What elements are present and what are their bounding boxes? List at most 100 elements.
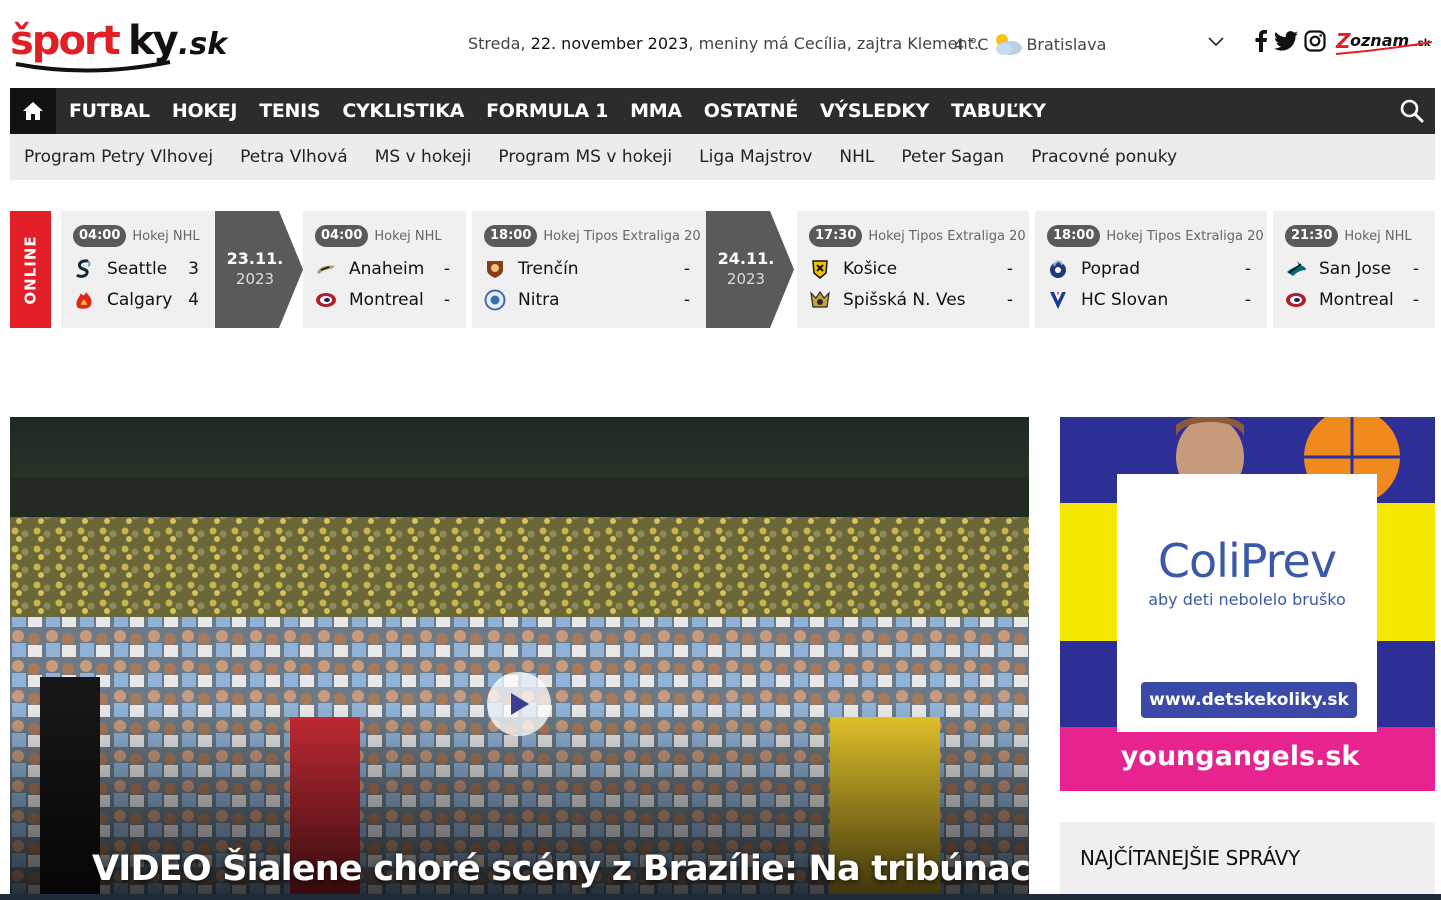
hero-article[interactable]: VIDEO Šialene choré scény z Brazílie: Na… bbox=[10, 417, 1029, 900]
date-prefix: Streda, bbox=[468, 34, 526, 53]
match-time: 04:00 bbox=[315, 225, 369, 247]
away-team-score: - bbox=[443, 290, 450, 310]
home-team-row: Seattle 3 bbox=[73, 257, 199, 281]
site-logo[interactable]: šport ky .sk bbox=[10, 12, 230, 74]
away-team-score: - bbox=[1244, 290, 1251, 310]
home-team-name: Seattle bbox=[107, 259, 168, 279]
match-time: 04:00 bbox=[73, 225, 127, 247]
nav-item-vysledky[interactable]: VÝSLEDKY bbox=[809, 100, 940, 122]
svg-text:.sk: .sk bbox=[178, 27, 229, 62]
kosice-logo-icon bbox=[812, 260, 828, 279]
away-team-name: Nitra bbox=[518, 290, 560, 310]
away-team-name: Calgary bbox=[107, 290, 173, 310]
match-league: Hokej Tipos Extraliga 20 bbox=[868, 228, 1026, 244]
match-card[interactable]: 04:00 Hokej NHL Seattle 3 Calgary 4 bbox=[61, 211, 215, 328]
sub-nav-program-petry-vlhovej[interactable]: Program Petry Vlhovej bbox=[24, 147, 213, 167]
date-day: 23.11. bbox=[226, 249, 284, 268]
home-team-name: Anaheim bbox=[349, 259, 425, 279]
match-card[interactable]: 17:30 Hokej Tipos Extraliga 20 Košice - … bbox=[797, 211, 1029, 328]
nav-item-tabulky[interactable]: TABUĽKY bbox=[940, 100, 1057, 122]
facebook-icon[interactable] bbox=[1254, 30, 1268, 52]
match-time: 17:30 bbox=[809, 225, 863, 247]
weather-widget[interactable]: 4 °C Bratislava bbox=[954, 31, 1106, 57]
ad-athlete-photo bbox=[1176, 417, 1244, 477]
nav-item-hokej[interactable]: HOKEJ bbox=[161, 100, 248, 122]
hero-title[interactable]: VIDEO Šialene choré scény z Brazílie: Na… bbox=[92, 849, 1029, 889]
match-card[interactable]: 21:30 Hokej NHL San Jose - Montreal - bbox=[1273, 211, 1435, 328]
san-jose-sharks-logo-icon bbox=[1287, 261, 1306, 276]
home-team-name: Poprad bbox=[1081, 259, 1141, 279]
date-bold: 22. november 2023 bbox=[530, 34, 689, 53]
zoznam-logo[interactable]: Z oznam .sk bbox=[1334, 28, 1438, 58]
most-read-title: NAJČÍTANEJŠIE SPRÁVY bbox=[1080, 846, 1300, 870]
nav-item-formula-1[interactable]: FORMULA 1 bbox=[475, 100, 619, 122]
anaheim-ducks-logo-icon bbox=[317, 265, 335, 274]
home-button[interactable] bbox=[10, 88, 56, 141]
home-team-score: - bbox=[1412, 259, 1419, 279]
date-suffix: , meniny má Cecília, zajtra Klement. bbox=[688, 34, 979, 53]
match-league: Hokej NHL bbox=[132, 228, 200, 244]
sub-nav-ms-v-hokeji[interactable]: MS v hokeji bbox=[375, 147, 472, 167]
seattle-kraken-logo-icon bbox=[75, 259, 91, 278]
home-team-row: San Jose - bbox=[1285, 257, 1419, 281]
date-text: 23.11. 2023 bbox=[215, 249, 295, 289]
ad-url-button[interactable]: www.detskekoliky.sk bbox=[1141, 682, 1357, 718]
home-team-score: - bbox=[1006, 259, 1013, 279]
video-play-button[interactable] bbox=[487, 672, 551, 736]
poprad-logo-icon bbox=[1050, 260, 1066, 278]
nav-item-futbal[interactable]: FUTBAL bbox=[58, 100, 161, 122]
sub-nav-peter-sagan[interactable]: Peter Sagan bbox=[901, 147, 1004, 167]
date-day: 24.11. bbox=[717, 249, 775, 268]
match-head: 18:00 Hokej Tipos Extraliga 20 bbox=[484, 225, 701, 247]
search-icon[interactable] bbox=[1399, 98, 1425, 124]
online-tab[interactable]: ONLINE bbox=[10, 211, 51, 328]
nav-item-tenis[interactable]: TENIS bbox=[248, 100, 331, 122]
ad-tagline: aby deti nebolelo bruško bbox=[1148, 590, 1346, 609]
home-team-row: Košice - bbox=[809, 257, 1013, 281]
away-team-row: Montreal - bbox=[1285, 288, 1419, 312]
svg-text:Z: Z bbox=[1335, 29, 1351, 53]
match-card[interactable]: 18:00 Hokej Tipos Extraliga 20 Trenčín -… bbox=[472, 211, 706, 328]
live-scores-bar: ONLINE 04:00 Hokej NHL Seattle 3 Calgary… bbox=[10, 211, 1435, 328]
match-head: 04:00 Hokej NHL bbox=[73, 225, 200, 247]
away-team-row: Montreal - bbox=[315, 288, 450, 312]
nav-items: FUTBAL HOKEJ TENIS CYKLISTIKA FORMULA 1 … bbox=[58, 88, 1057, 134]
sub-nav-liga-majstrov[interactable]: Liga Majstrov bbox=[699, 147, 812, 167]
match-league: Hokej Tipos Extraliga 20 bbox=[543, 228, 701, 244]
svg-text:ky: ky bbox=[128, 18, 179, 64]
away-team-score: - bbox=[683, 290, 690, 310]
home-team-name: Trenčín bbox=[518, 259, 579, 279]
spisska-nova-ves-logo-icon bbox=[810, 290, 830, 308]
chevron-down-icon[interactable] bbox=[1206, 34, 1226, 50]
sub-nav-program-ms-v-hokeji[interactable]: Program MS v hokeji bbox=[498, 147, 672, 167]
hc-slovan-logo-icon bbox=[1050, 292, 1066, 309]
sub-nav-nhl[interactable]: NHL bbox=[839, 147, 874, 167]
match-time: 18:00 bbox=[1047, 225, 1101, 247]
online-label: ONLINE bbox=[21, 234, 40, 305]
trencin-logo-icon bbox=[487, 261, 503, 278]
match-time: 21:30 bbox=[1285, 225, 1339, 247]
date-divider: 23.11. 2023 bbox=[215, 211, 303, 328]
sub-nav-pracovne-ponuky[interactable]: Pracovné ponuky bbox=[1031, 147, 1177, 167]
match-league: Hokej NHL bbox=[1344, 228, 1412, 244]
match-time: 18:00 bbox=[484, 225, 538, 247]
nav-item-ostatne[interactable]: OSTATNÉ bbox=[693, 100, 809, 122]
home-team-name: San Jose bbox=[1319, 259, 1392, 279]
match-card[interactable]: 04:00 Hokej NHL Anaheim - Montreal - bbox=[303, 211, 466, 328]
away-team-row: Nitra - bbox=[484, 288, 690, 312]
sub-nav: Program Petry Vlhovej Petra Vlhová MS v … bbox=[10, 134, 1435, 180]
away-team-name: Spišská N. Ves bbox=[843, 290, 966, 310]
match-card[interactable]: 18:00 Hokej Tipos Extraliga 20 Poprad - … bbox=[1035, 211, 1267, 328]
twitter-icon[interactable] bbox=[1274, 31, 1298, 51]
sub-nav-petra-vlhova[interactable]: Petra Vlhová bbox=[240, 147, 348, 167]
nav-item-cyklistika[interactable]: CYKLISTIKA bbox=[331, 100, 475, 122]
advertisement-banner[interactable]: ColiPrev aby deti nebolelo bruško www.de… bbox=[1060, 417, 1435, 791]
away-team-name: Montreal bbox=[349, 290, 424, 310]
bottom-bar bbox=[0, 894, 1441, 900]
hero-image bbox=[10, 417, 1029, 900]
match-head: 21:30 Hokej NHL bbox=[1285, 225, 1412, 247]
instagram-icon[interactable] bbox=[1304, 30, 1326, 52]
away-team-score: 4 bbox=[188, 290, 199, 310]
date-year: 2023 bbox=[235, 270, 275, 288]
nav-item-mma[interactable]: MMA bbox=[619, 100, 693, 122]
